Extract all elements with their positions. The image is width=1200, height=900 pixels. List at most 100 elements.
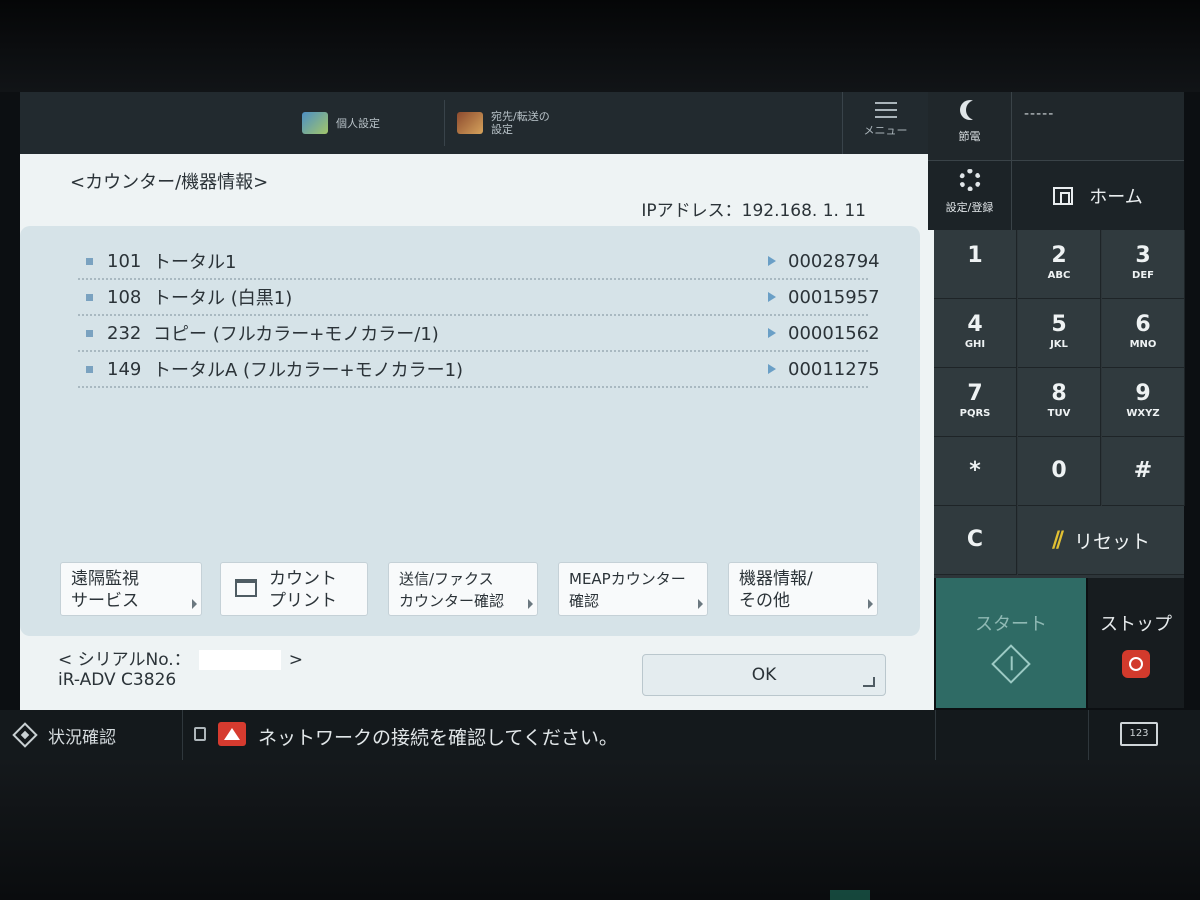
device-info-button[interactable]: 機器情報/ その他 (728, 562, 878, 616)
status-message: ネットワークの接続を確認してください。 (258, 727, 618, 749)
key-letters: PQRS (959, 408, 991, 419)
numeric-keyboard-button[interactable]: 123 (1120, 722, 1158, 746)
bullet-icon (86, 293, 93, 301)
bullet-icon (86, 257, 93, 265)
key-asterisk[interactable]: * (934, 437, 1017, 506)
destination-settings-button[interactable]: 宛先/転送の 設定 (444, 100, 550, 146)
reset-label: リセット (1074, 530, 1151, 553)
key-4[interactable]: 4 GHI (934, 299, 1017, 368)
stop-button[interactable]: ストップ (1088, 578, 1184, 708)
more-arrow-icon (528, 599, 533, 609)
key-letters: MNO (1129, 339, 1157, 350)
key-letters: JKL (1050, 339, 1068, 350)
key-0[interactable]: 0 (1018, 437, 1101, 506)
stop-label: ストップ (1100, 614, 1172, 635)
counter-code: 101 (107, 250, 142, 272)
moon-icon (966, 100, 986, 120)
divider (182, 710, 183, 760)
start-button[interactable]: スタート (936, 578, 1086, 708)
counter-value: 00015957 (788, 286, 880, 308)
counter-value: 00001562 (788, 322, 880, 344)
more-arrow-icon (868, 599, 873, 609)
counter-info-panel: <カウンター/機器情報> IPアドレス：192.168. 1. 11 101 ト… (20, 154, 934, 710)
energy-saver-button[interactable]: 節電 (928, 92, 1012, 160)
destination-settings-label-2: 設定 (491, 123, 513, 136)
home-label: ホーム (1089, 187, 1143, 208)
bullet-icon (86, 329, 93, 337)
key-number: 3 (1135, 243, 1151, 268)
key-7[interactable]: 7 PQRS (934, 368, 1017, 437)
start-label: スタート (975, 614, 1047, 635)
key-9[interactable]: 9 WXYZ (1102, 368, 1185, 437)
energy-saver-label: 節電 (958, 130, 981, 143)
enter-icon (863, 677, 875, 687)
key-number: 2 (1051, 243, 1067, 268)
counter-row: 149 トータルA (フルカラー+モノカラー1) 00011275 (78, 352, 880, 388)
settings-label: 設定/登録 (945, 201, 994, 214)
remote-monitoring-service-button[interactable]: 遠隔監視 サービス (60, 562, 202, 616)
menu-label: メニュー (863, 124, 908, 137)
divider (935, 710, 936, 760)
counter-row: 101 トータル1 00028794 (78, 244, 880, 280)
print-icon (235, 579, 257, 597)
personal-settings-icon (302, 112, 328, 134)
status-bar: 状況確認 ネットワークの接続を確認してください。 123 (0, 710, 1200, 760)
count-print-label-1: カウント (269, 569, 337, 589)
counter-label: コピー (フルカラー+モノカラー/1) (153, 324, 439, 345)
count-print-label-2: プリント (269, 591, 337, 611)
device-label-2: その他 (739, 591, 790, 611)
start-icon (991, 644, 1031, 684)
settings-registration-button[interactable]: 設定/登録 (928, 161, 1012, 231)
key-letters: WXYZ (1126, 408, 1160, 419)
key-letters: ABC (1047, 270, 1071, 281)
key-5[interactable]: 5 JKL (1018, 299, 1101, 368)
arrow-icon (768, 328, 776, 338)
destination-settings-label-1: 宛先/転送の (491, 110, 550, 123)
address-book-icon (457, 112, 483, 134)
gear-icon (958, 169, 981, 191)
model-name: iR-ADV C3826 (58, 670, 177, 690)
more-arrow-icon (192, 599, 197, 609)
count-print-button[interactable]: カウント プリント (220, 562, 368, 616)
login-user: ----- (1024, 106, 1055, 122)
bullet-icon (86, 365, 93, 373)
counter-label: トータルA (フルカラー+モノカラー1) (153, 360, 464, 381)
meap-counter-button[interactable]: MEAPカウンター 確認 (558, 562, 708, 616)
arrow-icon (768, 364, 776, 374)
remote-label-2: サービス (71, 591, 139, 611)
key-number: 8 (1051, 381, 1067, 406)
serial-info: < シリアルNo.： > iR-ADV C3826 (58, 650, 303, 690)
key-letters: DEF (1132, 270, 1154, 281)
ok-button[interactable]: OK (642, 654, 886, 696)
bezel-bottom (0, 760, 1200, 900)
key-8[interactable]: 8 TUV (1018, 368, 1101, 437)
key-number: # (1133, 458, 1153, 483)
key-number: 0 (1051, 458, 1067, 483)
key-number: 1 (967, 243, 983, 268)
home-icon (1053, 187, 1074, 205)
arrow-icon (768, 292, 776, 302)
personal-settings-button[interactable]: 個人設定 (302, 100, 380, 146)
divider (1088, 710, 1089, 760)
status-diamond-icon (12, 722, 38, 748)
key-6[interactable]: 6 MNO (1102, 299, 1185, 368)
key-3[interactable]: 3 DEF (1102, 230, 1185, 299)
status-monitor-button[interactable]: 状況確認 (12, 718, 116, 752)
key-1[interactable]: 1 (934, 230, 1017, 299)
home-button[interactable]: ホーム (1012, 161, 1184, 231)
serial-label: < シリアルNo.： (58, 650, 191, 670)
key-letters: TUV (1047, 408, 1071, 419)
clear-key[interactable]: C (934, 506, 1017, 575)
key-number: 5 (1051, 312, 1067, 337)
serial-close: > (288, 650, 303, 670)
send-label-1: 送信/ファクス (399, 570, 494, 588)
bezel-top (0, 0, 1200, 92)
key-2[interactable]: 2 ABC (1018, 230, 1101, 299)
reset-button[interactable]: // リセット (1018, 506, 1184, 575)
bezel-glint (830, 890, 870, 900)
clear-label: C (966, 527, 984, 552)
page-title: <カウンター/機器情報> (70, 172, 269, 193)
key-hash[interactable]: # (1102, 437, 1185, 506)
menu-button[interactable]: メニュー (842, 92, 928, 154)
send-fax-counter-button[interactable]: 送信/ファクス カウンター確認 (388, 562, 538, 616)
